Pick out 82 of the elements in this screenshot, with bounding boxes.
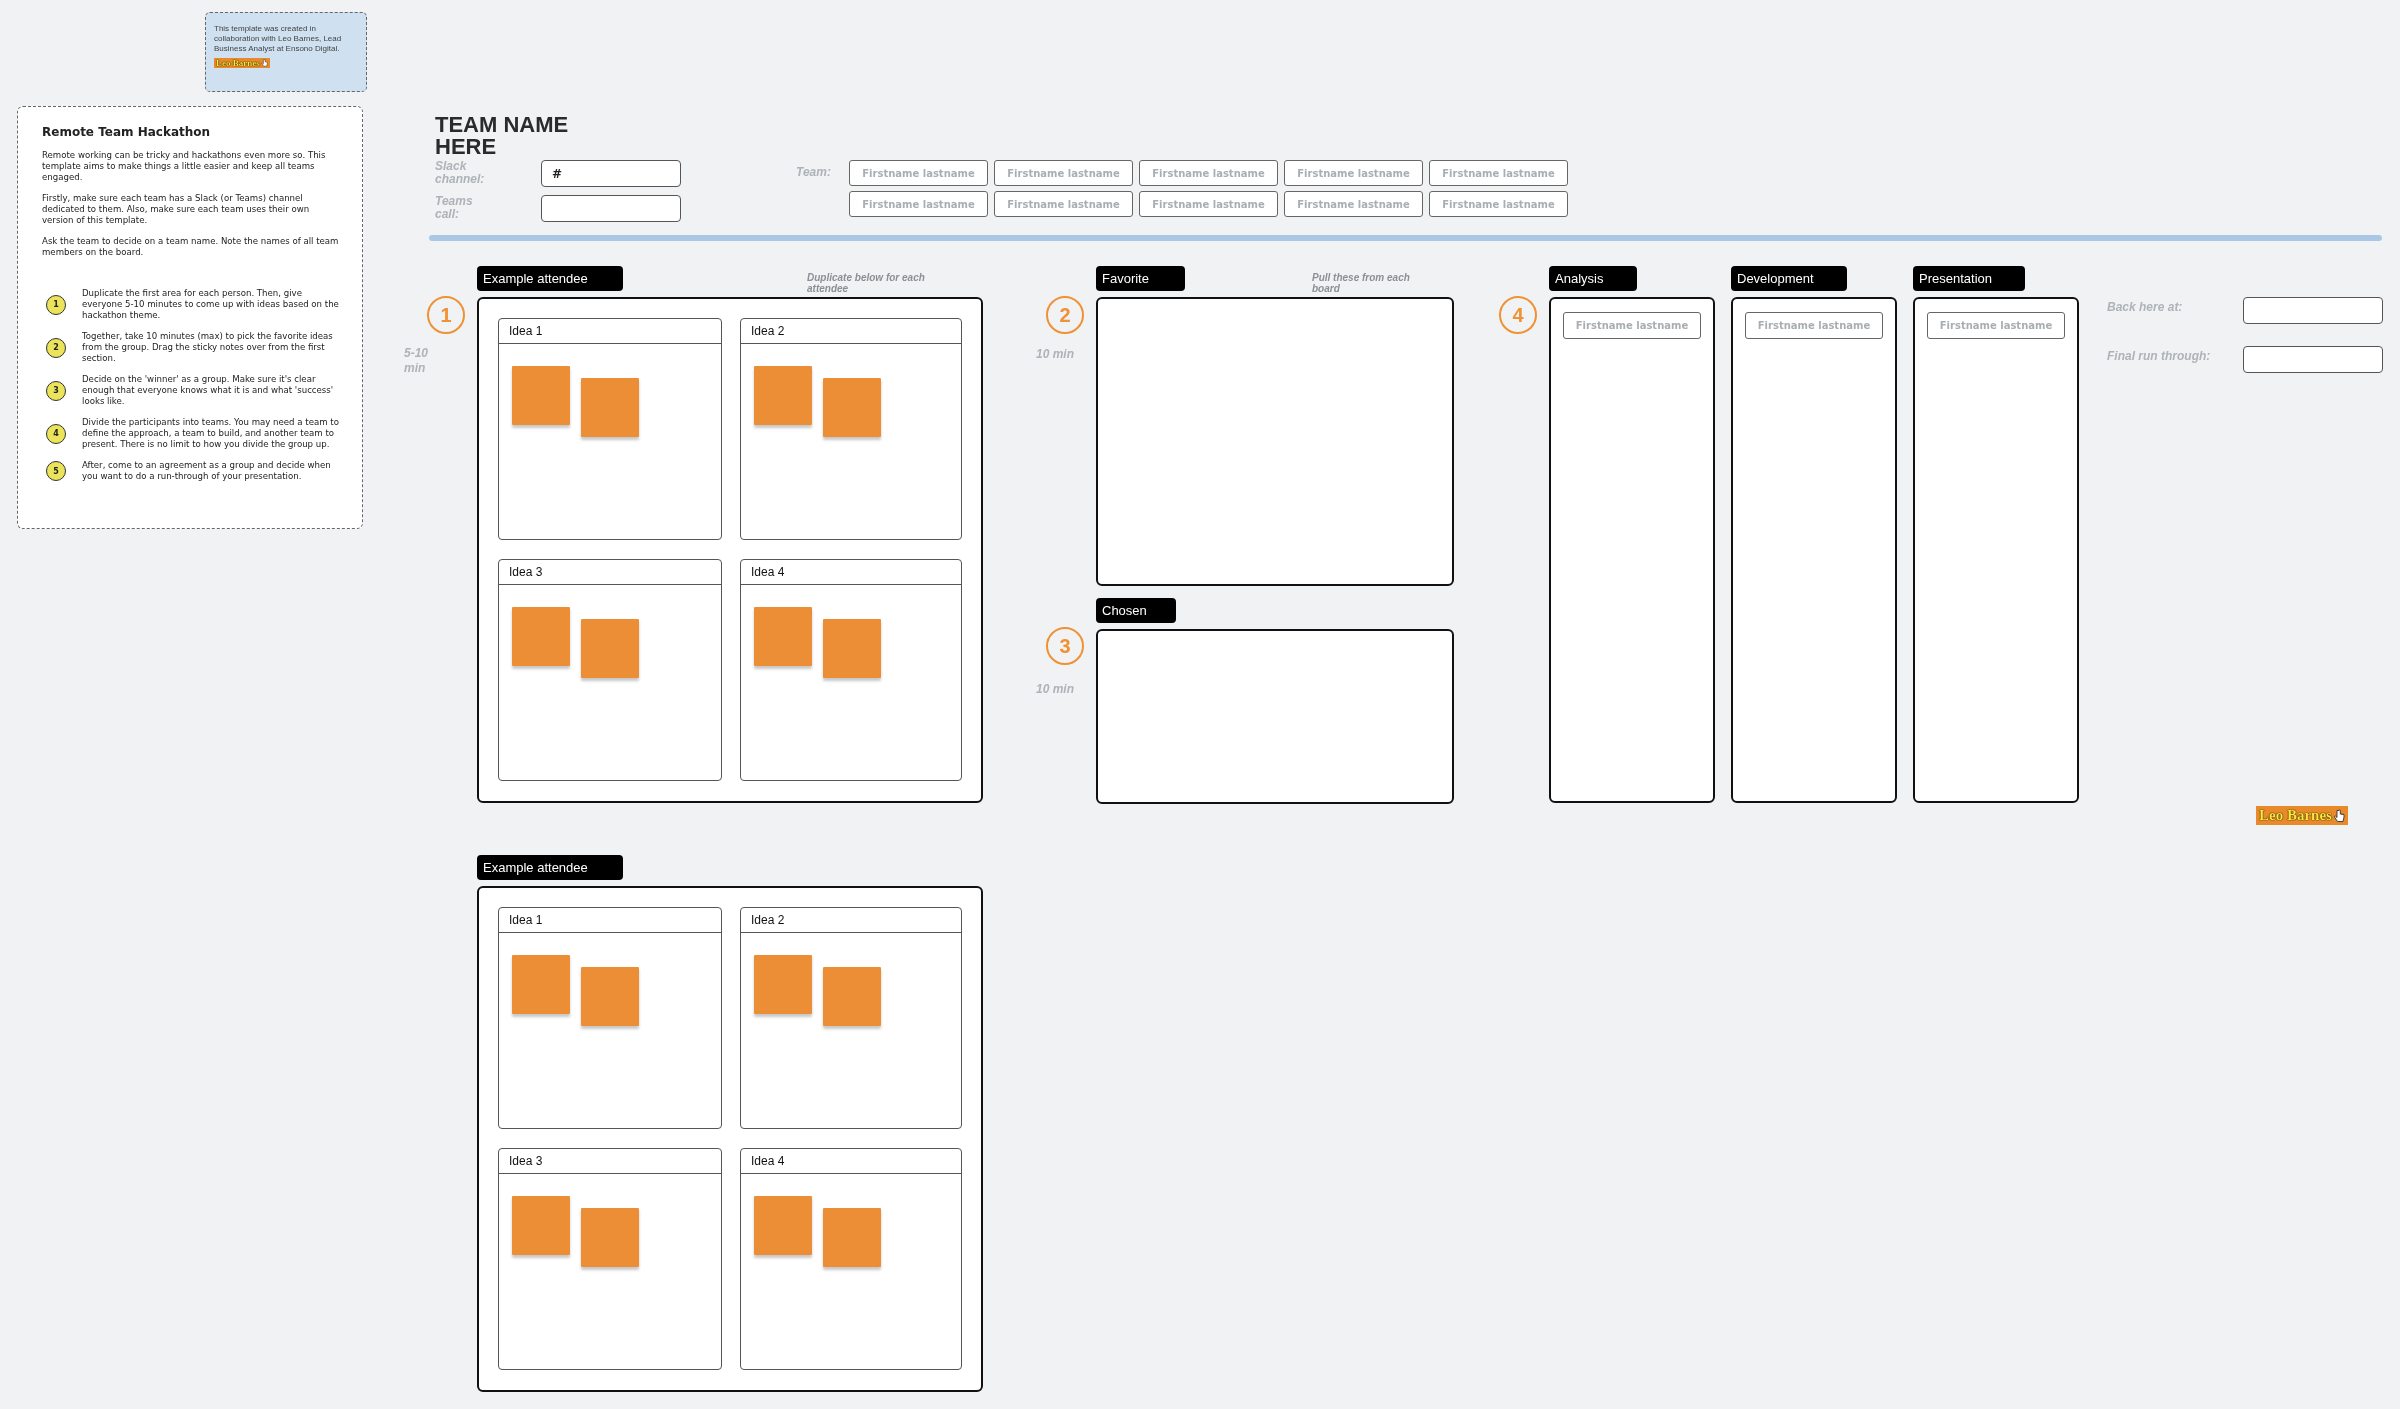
hint-text: Duplicate below for each attendee xyxy=(807,272,926,294)
input-field[interactable]: # xyxy=(541,160,681,187)
field-label: Team: xyxy=(796,165,832,179)
section-tag: Chosen xyxy=(1096,598,1176,623)
name-field[interactable]: Firstname lastname xyxy=(1284,160,1423,186)
hint-text: Pull these from each board xyxy=(1312,272,1411,294)
step-number: 3 xyxy=(1046,627,1084,665)
name-field[interactable]: Firstname lastname xyxy=(1745,312,1883,339)
panel-title: Remote Team Hackathon xyxy=(42,125,212,139)
section-tag: Development xyxy=(1731,266,1847,291)
idea-title: Idea 1 xyxy=(509,913,543,927)
paragraph: Ask the team to decide on a team name. Note the names of all team members on the board. xyxy=(42,236,340,258)
duration-label: 10 min xyxy=(1036,347,1074,362)
sticky-note[interactable] xyxy=(581,619,639,678)
name-field[interactable]: Firstname lastname xyxy=(1139,160,1278,186)
idea-title: Idea 3 xyxy=(509,1154,543,1168)
field-label: Final run through: xyxy=(2107,348,2212,364)
name-field[interactable]: Firstname lastname xyxy=(849,160,988,186)
team-name-heading: TEAM NAME HERE xyxy=(435,114,570,158)
step-text: Together, take 10 minutes (max) to pick the favorite ideas from the group. Drag the sticky notes over from the first section. xyxy=(82,331,334,364)
name-field[interactable]: Firstname lastname xyxy=(1139,191,1278,217)
step-number: 2 xyxy=(46,337,66,358)
step-number: 3 xyxy=(46,380,66,401)
sticky-note[interactable] xyxy=(581,967,639,1026)
sticky-note[interactable] xyxy=(754,1196,812,1255)
step-number: 2 xyxy=(1046,296,1084,334)
sticky-note[interactable] xyxy=(823,619,881,678)
field-label: Back here at: xyxy=(2107,299,2184,315)
duration-label: 10 min xyxy=(1036,682,1074,697)
sticky-note[interactable] xyxy=(823,1208,881,1267)
input-field[interactable] xyxy=(541,195,681,222)
hand-cursor-icon xyxy=(260,59,268,67)
step-number: 5 xyxy=(46,461,66,481)
sticky-note[interactable] xyxy=(512,1196,570,1255)
name-field[interactable]: Firstname lastname xyxy=(1284,191,1423,217)
step-number: 1 xyxy=(46,294,66,315)
idea-title: Idea 3 xyxy=(509,565,543,579)
credit-text: This template was created in collaboration with Leo Barnes, Lead Business Analyst at Ensono Digital. xyxy=(214,24,343,54)
sticky-note[interactable] xyxy=(823,378,881,437)
name-field[interactable]: Firstname lastname xyxy=(1927,312,2065,339)
idea-title: Idea 2 xyxy=(751,913,785,927)
sticky-note[interactable] xyxy=(754,607,812,666)
name-field[interactable]: Firstname lastname xyxy=(1429,191,1568,217)
sticky-note[interactable] xyxy=(581,1208,639,1267)
sticky-note[interactable] xyxy=(512,955,570,1014)
sticky-note[interactable] xyxy=(754,366,812,425)
field-label: Teams call: xyxy=(435,195,474,221)
section-tag: Analysis xyxy=(1549,266,1637,291)
idea-title: Idea 1 xyxy=(509,324,543,338)
section-tag: Example attendee xyxy=(477,266,623,291)
input-field[interactable] xyxy=(2243,346,2383,373)
sticky-note[interactable] xyxy=(512,607,570,666)
sticky-note[interactable] xyxy=(581,378,639,437)
section-tag: Favorite xyxy=(1096,266,1185,291)
section-tag: Presentation xyxy=(1913,266,2025,291)
name-field[interactable]: Firstname lastname xyxy=(1429,160,1568,186)
name-badge[interactable]: Leo Barnes xyxy=(214,58,270,68)
idea-title: Idea 4 xyxy=(751,565,785,579)
step-text: After, come to an agreement as a group and decide when you want to do a run-through of your presentation. xyxy=(82,460,332,482)
step-text: Decide on the 'winner' as a group. Make sure it's clear enough that everyone knows what it is and what 'success' looks like. xyxy=(82,374,335,407)
sticky-note[interactable] xyxy=(754,955,812,1014)
sticky-note[interactable] xyxy=(823,967,881,1026)
name-field[interactable]: Firstname lastname xyxy=(849,191,988,217)
name-field[interactable]: Firstname lastname xyxy=(994,160,1133,186)
step-number: 1 xyxy=(427,296,465,334)
paragraph: Remote working can be tricky and hackathons even more so. This template aims to make things a little easier and keep all teams engaged. xyxy=(42,150,327,183)
hand-cursor-icon xyxy=(2332,808,2345,823)
step-number: 4 xyxy=(46,423,66,444)
section-tag: Example attendee xyxy=(477,855,623,880)
paragraph: Firstly, make sure each team has a Slack (or Teams) channel dedicated to them. Also, make sure each team uses their own version of this template. xyxy=(42,193,311,226)
duration-label: 5-10 min xyxy=(404,346,430,376)
name-field[interactable]: Firstname lastname xyxy=(994,191,1133,217)
name-badge[interactable]: Leo Barnes xyxy=(2256,806,2348,825)
idea-title: Idea 2 xyxy=(751,324,785,338)
step-text: Divide the participants into teams. You may need a team to define the approach, a team to build, and another team to present. There is no limit to how you divide the group up. xyxy=(82,417,340,450)
field-label: Slack channel: xyxy=(435,160,486,186)
name-field[interactable]: Firstname lastname xyxy=(1563,312,1701,339)
step-number: 4 xyxy=(1499,296,1537,334)
step-text: Duplicate the first area for each person. Then, give everyone 5-10 minutes to come up with ideas based on the hackathon theme. xyxy=(82,288,340,321)
idea-title: Idea 4 xyxy=(751,1154,785,1168)
sticky-note[interactable] xyxy=(512,366,570,425)
input-field[interactable] xyxy=(2243,297,2383,324)
